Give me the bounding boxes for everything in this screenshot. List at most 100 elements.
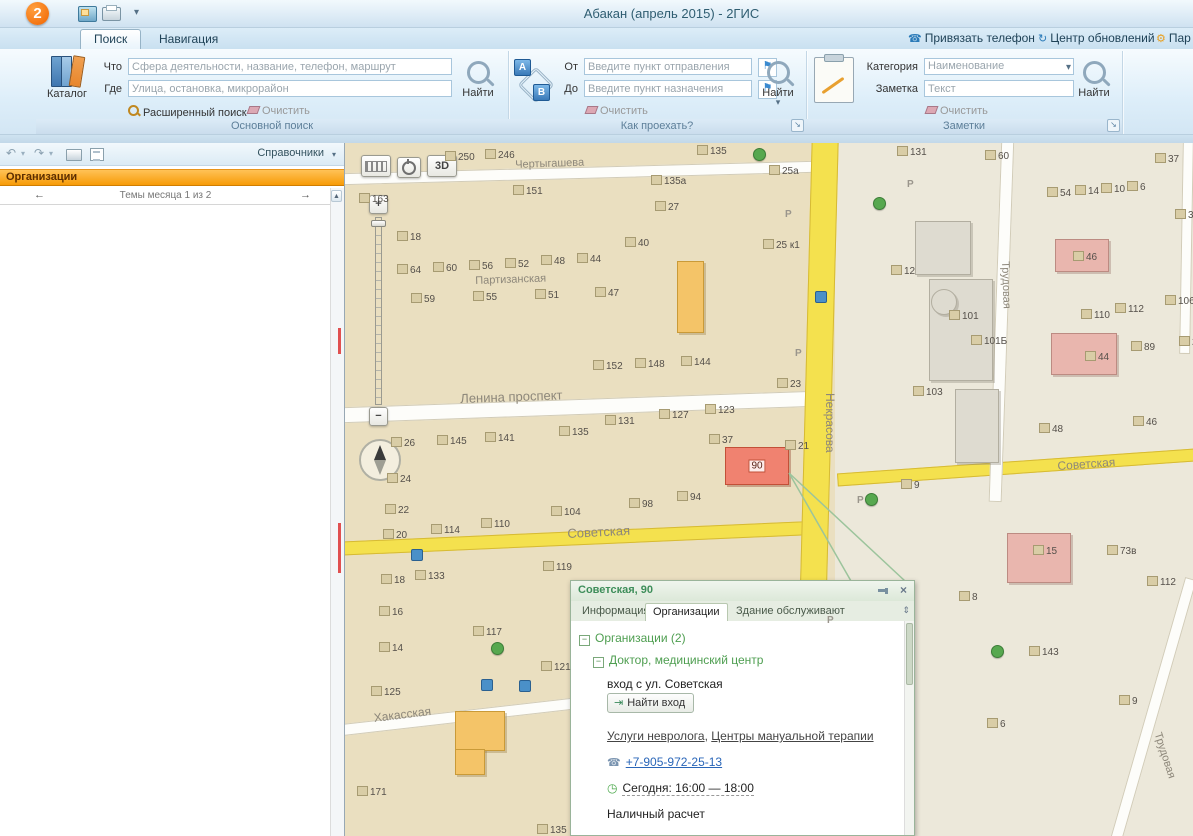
parking-label: P (827, 615, 834, 626)
building-label: 48 (1039, 423, 1063, 435)
scroll-up-icon[interactable]: ▲ (331, 190, 342, 202)
rubric-link-neurologist[interactable]: Услуги невролога (607, 729, 705, 743)
building-footprint-icon (379, 642, 390, 652)
eraser-icon (584, 106, 599, 114)
balloon-scroll-thumb[interactable] (906, 623, 913, 685)
pager-next-icon[interactable]: → (300, 189, 311, 201)
rubric-link-manual-therapy[interactable]: Центры мануальной терапии (711, 729, 873, 743)
building-orange (677, 261, 704, 333)
measure-tool-button[interactable] (361, 155, 391, 177)
balloon-header[interactable]: Советская, 90 × (571, 581, 914, 602)
notes-dialog-launcher-icon[interactable]: ↘ (1107, 119, 1120, 132)
building-label: 56 (469, 260, 493, 272)
print-page-icon[interactable] (66, 149, 82, 161)
building-footprint-icon (901, 479, 912, 489)
clear-route-link[interactable]: Очистить (584, 105, 648, 117)
building-label: 6 (987, 718, 1006, 730)
catalog-button[interactable]: Каталог (40, 53, 94, 115)
organization-row[interactable]: Доктор, медицинский центр (593, 653, 763, 668)
building-label: 163 (359, 193, 389, 205)
collapse-icon[interactable] (579, 635, 590, 646)
building-label: 37 (709, 434, 733, 446)
pages-icon[interactable] (90, 148, 104, 161)
find-label: Найти (462, 87, 494, 99)
transit-stop-icon (411, 549, 423, 561)
rotate-view-button[interactable] (397, 157, 421, 178)
zoom-out-button[interactable]: − (369, 407, 388, 426)
map-canvas[interactable]: 90 3D + − Советская, 90 × Информация Орг… (345, 143, 1193, 836)
building-footprint-icon (371, 686, 382, 696)
link-settings[interactable]: ⚙ Пар (1156, 31, 1191, 45)
parking-label: P (857, 495, 864, 506)
balloon-tab-organizations[interactable]: Организации (645, 603, 728, 622)
undo-dropdown-icon[interactable]: ▾ (21, 149, 25, 158)
building-label: 25а (769, 165, 799, 177)
redo-dropdown-icon[interactable]: ▾ (49, 149, 53, 158)
building-footprint-icon (777, 378, 788, 388)
collapse-icon[interactable] (593, 657, 604, 668)
building-footprint-icon (785, 440, 796, 450)
zoom-slider-track[interactable] (375, 217, 382, 405)
building-footprint-icon (709, 434, 720, 444)
building-label: 12 (891, 265, 915, 277)
where-label: Где (104, 83, 122, 95)
find-notes-button[interactable]: Найти (1070, 53, 1118, 115)
pin-icon[interactable] (878, 585, 890, 597)
building-label: 26 (391, 437, 415, 449)
phone-row: ☎ +7-905-972-25-13 (607, 755, 722, 769)
catalog-label: Каталог (47, 88, 87, 100)
link-bind-phone[interactable]: ☎ Привязать телефон (908, 31, 1035, 45)
find-button[interactable]: Найти (454, 53, 502, 115)
street-label: Партизанская (475, 272, 547, 287)
building-label: 133 (415, 570, 445, 582)
balloon-resize-icon[interactable]: ⇕ (902, 605, 910, 616)
building-footprint-icon (485, 149, 496, 159)
building-label: 98 (629, 498, 653, 510)
dial-icon (402, 159, 416, 175)
building-footprint-icon (437, 435, 448, 445)
route-from-input[interactable] (584, 58, 752, 75)
building-footprint-icon (677, 491, 688, 501)
zoom-slider-handle[interactable] (371, 220, 386, 227)
organizations-group-row[interactable]: Организации (2) (579, 631, 686, 646)
balloon-scrollbar[interactable] (904, 621, 914, 835)
advanced-search-link[interactable]: Расширенный поиск (128, 105, 247, 119)
directories-caret-icon[interactable]: ▾ (332, 150, 336, 159)
street-label: Трудовая (999, 261, 1013, 309)
building-footprint-icon (387, 473, 398, 483)
link-update-center[interactable]: ↻ Центр обновлений (1038, 31, 1155, 45)
building-footprint-icon (655, 201, 666, 211)
selected-building[interactable]: 90 (725, 447, 789, 485)
route-dialog-launcher-icon[interactable]: ↘ (791, 119, 804, 132)
find-route-button[interactable]: Найти ▾ (754, 53, 802, 115)
note-label: Заметка (875, 83, 918, 95)
tab-navigation[interactable]: Навигация (146, 30, 231, 49)
clear-search-link[interactable]: Очистить (246, 105, 310, 117)
scroll-marker (338, 328, 341, 354)
schedule-text[interactable]: Сегодня: 16:00 — 18:00 (622, 781, 754, 796)
building-label: 35 (1175, 209, 1193, 221)
find-route-dropdown-icon[interactable]: ▾ (754, 98, 802, 107)
building-yellow (455, 711, 505, 751)
close-icon[interactable]: × (900, 583, 907, 597)
redo-icon[interactable]: ↷ (34, 146, 44, 160)
undo-icon[interactable]: ↶ (6, 146, 16, 160)
building-label: 94 (677, 491, 701, 503)
building-footprint-icon (481, 518, 492, 528)
what-input[interactable] (128, 58, 452, 75)
route-to-input[interactable] (584, 80, 752, 97)
transit-stop-icon (815, 291, 827, 303)
phone-link[interactable]: +7-905-972-25-13 (626, 755, 722, 769)
directories-dropdown[interactable]: Справочники (257, 147, 324, 159)
category-select[interactable]: Наименование ▾ (924, 58, 1074, 75)
find-entrance-button[interactable]: ⇥ Найти вход (607, 693, 695, 713)
clear-notes-link[interactable]: Очистить (924, 105, 988, 117)
where-input[interactable] (128, 80, 452, 97)
building-footprint-icon (379, 606, 390, 616)
building-footprint-icon (629, 498, 640, 508)
sidebar-scrollbar[interactable]: ▲ (330, 188, 344, 836)
building-footprint-icon (385, 504, 396, 514)
tab-search[interactable]: Поиск (80, 29, 142, 49)
note-input[interactable] (924, 80, 1074, 97)
building-footprint-icon (535, 289, 546, 299)
